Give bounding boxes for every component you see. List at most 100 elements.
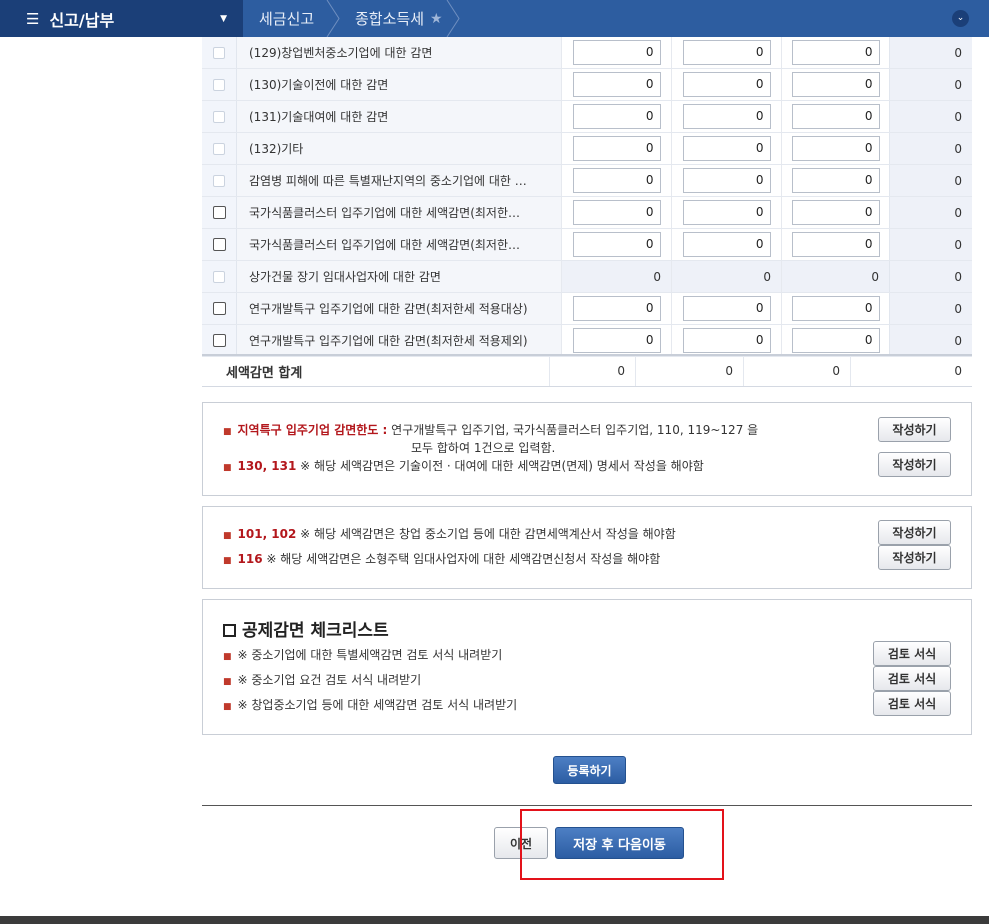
amount-input[interactable]: 0 [791,328,880,353]
row-checkbox [213,78,225,91]
amount-input[interactable]: 0 [572,72,661,97]
checklist-item-text: ※ 창업중소기업 등에 대한 세액감면 검토 서식 내려받기 [237,698,518,712]
review-form-button[interactable]: 검토 서식 [873,666,951,691]
amount-input[interactable]: 0 [682,136,771,161]
amount-cell: 0 [561,261,671,292]
row-checkbox[interactable] [212,238,226,251]
amount-input[interactable]: 0 [682,328,771,353]
amount-cell: 0 [671,69,781,100]
amount-cell: 0 [671,165,781,196]
row-checkbox [213,142,225,155]
row-checkbox[interactable] [212,302,226,315]
row-checkbox-cell [202,69,236,100]
breadcrumb-label: 세금신고 [259,10,315,28]
row-label: 연구개발특구 입주기업에 대한 감면(최저한세 적용대상) [236,293,561,324]
bullet-icon: ■ [223,463,232,473]
row-label: 국가식품클러스터 입주기업에 대한 세액감면(최저한… [236,229,561,260]
amount-input[interactable]: 0 [791,168,880,193]
row-checkbox-cell [202,293,236,324]
amount-input[interactable]: 0 [572,328,661,353]
checklist-title: 공제감면 체크리스트 [223,616,389,641]
amount-input[interactable]: 0 [682,104,771,129]
row-checkbox-cell [202,37,236,68]
write-button[interactable]: 작성하기 [878,520,951,545]
write-button[interactable]: 작성하기 [878,545,951,570]
checklist-title-text: 공제감면 체크리스트 [242,621,389,641]
row-label: 감염병 피해에 따른 특별재난지역의 중소기업에 대한 … [236,165,561,196]
amount-cell: 0 [671,293,781,324]
notice-highlight: 지역특구 입주기업 감면한도 : [237,423,388,437]
breadcrumb-income-tax[interactable]: 종합소득세 ★ [341,0,461,37]
amount-input[interactable]: 0 [791,296,880,321]
row-total: 0 [889,197,972,228]
amount-cell: 0 [781,101,889,132]
amount-input[interactable]: 0 [572,40,661,65]
checklist-item: ■ ※ 창업중소기업 등에 대한 세액감면 검토 서식 내려받기 [223,696,517,713]
amount-input[interactable]: 0 [572,296,661,321]
total-value: 0 [743,356,850,386]
amount-input[interactable]: 0 [572,200,661,225]
notice-text: ※ 해당 세액감면은 창업 중소기업 등에 대한 감면세액계산서 작성을 해야함 [296,527,676,541]
collapse-icon[interactable]: ⌄ [952,10,969,27]
write-button[interactable]: 작성하기 [878,417,951,442]
amount-input[interactable]: 0 [791,72,880,97]
highlight-box [520,809,724,880]
star-icon[interactable]: ★ [430,11,443,27]
amount-cell: 0 [671,133,781,164]
row-checkbox[interactable] [212,334,226,347]
amount-cell: 0 [781,37,889,68]
amount-input[interactable]: 0 [682,200,771,225]
write-button[interactable]: 작성하기 [878,452,951,477]
review-form-button[interactable]: 검토 서식 [873,641,951,666]
checklist-item: ■ ※ 중소기업 요건 검토 서식 내려받기 [223,671,421,688]
amount-input[interactable]: 0 [791,104,880,129]
row-checkbox[interactable] [212,206,226,219]
amount-cell: 0 [781,229,889,260]
total-value: 0 [850,356,972,386]
amount-input[interactable]: 0 [791,136,880,161]
amount-input[interactable]: 0 [682,232,771,257]
amount-input[interactable]: 0 [791,40,880,65]
table-row: 상가건물 장기 임대사업자에 대한 감면 0 0 0 0 [202,261,972,293]
review-form-button[interactable]: 검토 서식 [873,691,951,716]
notice-text-continued: 모두 합하여 1건으로 입력함. [411,441,556,455]
bullet-icon: ■ [223,652,232,662]
amount-input[interactable]: 0 [682,72,771,97]
hamburger-icon: ☰ [26,9,40,28]
divider [202,805,972,806]
register-button[interactable]: 등록하기 [553,756,626,784]
amount-cell: 0 [561,325,671,356]
menu-dropdown[interactable]: ☰ 신고/납부 ▼ [0,0,243,37]
checklist-item: ■ ※ 중소기업에 대한 특별세액감면 검토 서식 내려받기 [223,646,502,663]
breadcrumb-tax-report[interactable]: 세금신고 [243,0,341,37]
bullet-icon: ■ [223,702,232,712]
row-total: 0 [889,165,972,196]
row-label: (132)기타 [236,133,561,164]
bullet-icon: ■ [223,531,232,541]
amount-cell: 0 [781,325,889,356]
row-checkbox-cell [202,261,236,292]
breadcrumb-label: 종합소득세 [355,10,425,28]
amount-input[interactable]: 0 [791,200,880,225]
amount-input[interactable]: 0 [682,168,771,193]
row-total: 0 [889,101,972,132]
amount-input[interactable]: 0 [572,136,661,161]
table-row: 국가식품클러스터 입주기업에 대한 세액감면(최저한… 0 0 0 0 [202,229,972,261]
amount-input[interactable]: 0 [572,168,661,193]
amount-input[interactable]: 0 [682,40,771,65]
totals-label: 세액감면 합계 [226,365,303,381]
row-checkbox-cell [202,133,236,164]
amount-input[interactable]: 0 [682,296,771,321]
notice-item: ■ 지역특구 입주기업 감면한도 : 연구개발특구 입주기업, 국가식품클러스터 … [223,421,758,438]
amount-input[interactable]: 0 [572,232,661,257]
row-checkbox-cell [202,325,236,356]
totals-row: 세액감면 합계 0 0 0 0 [202,354,972,387]
amount-input[interactable]: 0 [572,104,661,129]
notice-text: ※ 해당 세액감면은 기술이전 · 대여에 대한 세액감면(면제) 명세서 작성… [296,459,704,473]
row-checkbox-cell [202,165,236,196]
amount-cell: 0 [671,325,781,356]
amount-input[interactable]: 0 [791,232,880,257]
notice-highlight: 130, 131 [237,459,297,473]
amount-cell: 0 [781,69,889,100]
checklist-item-text: ※ 중소기업에 대한 특별세액감면 검토 서식 내려받기 [237,648,503,662]
